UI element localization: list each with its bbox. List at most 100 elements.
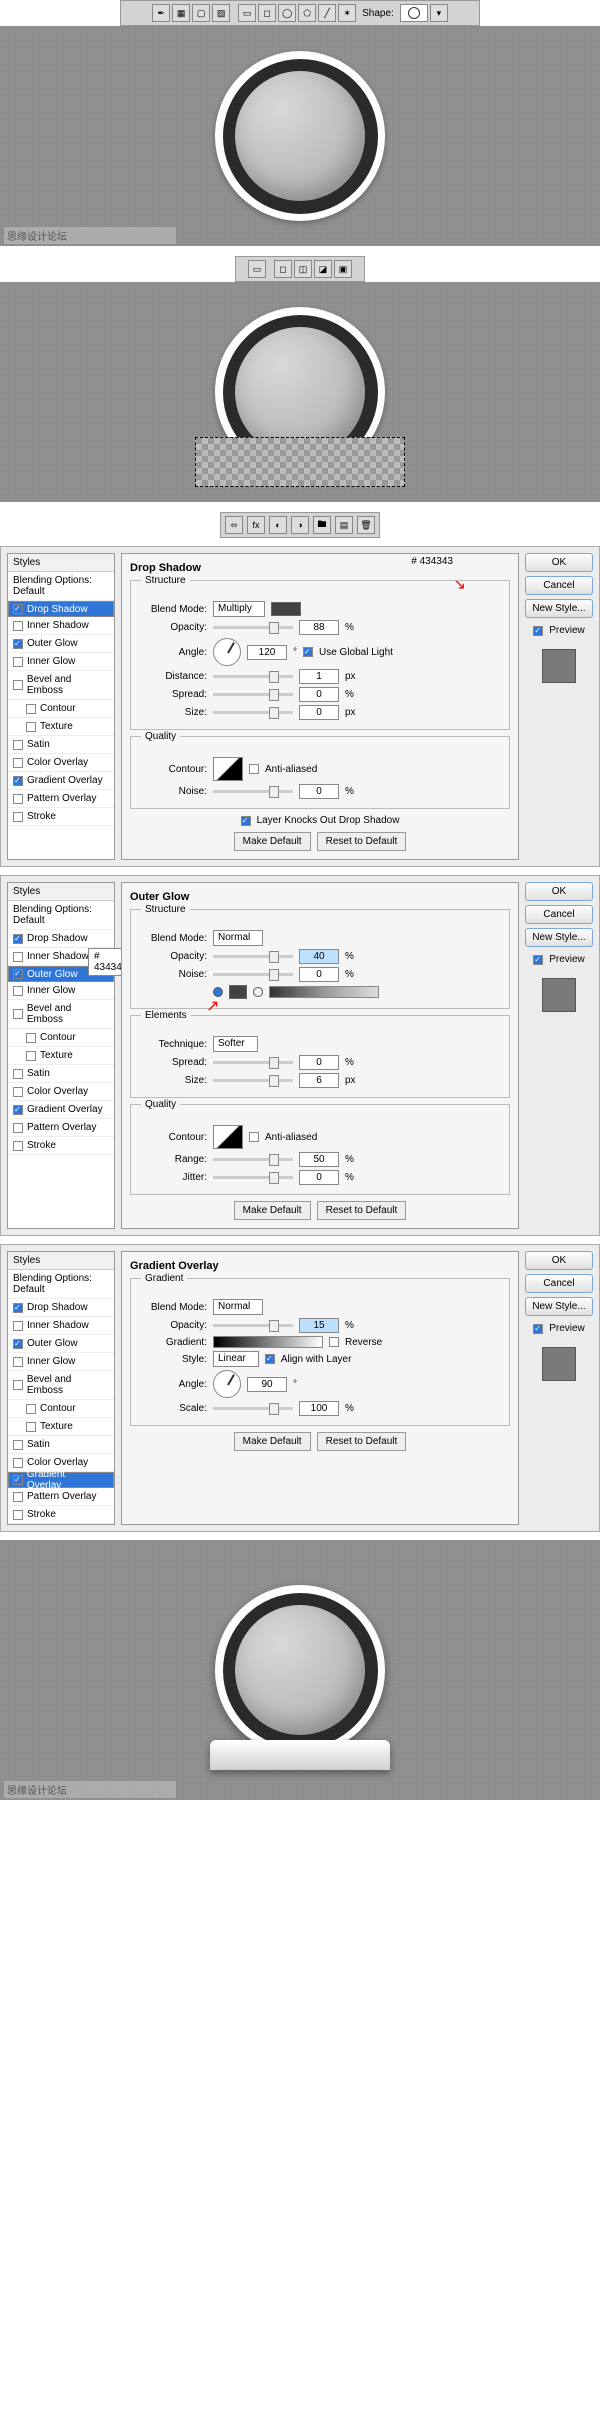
rrect-icon[interactable]: ◻ [258, 4, 276, 22]
row-bevel[interactable]: Bevel and Emboss [8, 1000, 114, 1029]
row-pattern-overlay[interactable]: Pattern Overlay [8, 790, 114, 808]
cancel-button[interactable]: Cancel [525, 576, 593, 595]
preview-checkbox[interactable] [533, 626, 543, 636]
reset-default-button[interactable]: Reset to Default [317, 1201, 407, 1220]
new-selection-icon[interactable]: ◻ [274, 260, 292, 278]
range-slider[interactable] [213, 1158, 293, 1161]
shape-dropdown-icon[interactable]: ▾ [430, 4, 448, 22]
spread-input[interactable]: 0 [299, 687, 339, 702]
knockout-checkbox[interactable] [241, 816, 251, 826]
row-gradient-overlay[interactable]: Gradient Overlay [8, 1472, 114, 1488]
range-input[interactable]: 50 [299, 1152, 339, 1167]
global-light-checkbox[interactable] [303, 647, 313, 657]
contour-picker[interactable] [213, 1125, 243, 1149]
ok-button[interactable]: OK [525, 553, 593, 572]
preview-checkbox[interactable] [533, 1324, 543, 1334]
custom-shape-icon[interactable]: ✶ [338, 4, 356, 22]
angle-input[interactable]: 90 [247, 1377, 287, 1392]
opacity-input[interactable]: 15 [299, 1318, 339, 1333]
row-inner-glow[interactable]: Inner Glow [8, 653, 114, 671]
glow-gradient[interactable] [269, 986, 379, 998]
gradient-picker[interactable] [213, 1336, 323, 1348]
blend-mode-select[interactable]: Normal [213, 1299, 263, 1315]
row-drop-shadow[interactable]: Drop Shadow [8, 930, 114, 948]
line-icon[interactable]: ╱ [318, 4, 336, 22]
new-style-button[interactable]: New Style... [525, 928, 593, 947]
jitter-slider[interactable] [213, 1176, 293, 1179]
style-select[interactable]: Linear [213, 1351, 259, 1367]
noise-input[interactable]: 0 [299, 784, 339, 799]
jitter-input[interactable]: 0 [299, 1170, 339, 1185]
row-inner-shadow[interactable]: Inner Shadow # 434343 [8, 948, 114, 966]
opacity-slider[interactable] [213, 955, 293, 958]
size-input[interactable]: 6 [299, 1073, 339, 1088]
mask-icon[interactable]: ◐ [269, 516, 287, 534]
row-drop-shadow[interactable]: Drop Shadow [8, 601, 114, 617]
shadow-color-swatch[interactable] [271, 602, 301, 616]
distance-slider[interactable] [213, 675, 293, 678]
noise-slider[interactable] [213, 790, 293, 793]
rect-icon[interactable]: ▭ [238, 4, 256, 22]
size-slider[interactable] [213, 1079, 293, 1082]
cancel-button[interactable]: Cancel [525, 905, 593, 924]
gradient-radio[interactable] [253, 987, 263, 997]
row-stroke[interactable]: Stroke [8, 808, 114, 826]
new-layer-icon[interactable]: ▤ [335, 516, 353, 534]
noise-input[interactable]: 0 [299, 967, 339, 982]
size-slider[interactable] [213, 711, 293, 714]
blend-options-row[interactable]: Blending Options: Default [8, 572, 114, 601]
add-selection-icon[interactable]: ◫ [294, 260, 312, 278]
row-inner-shadow[interactable]: Inner Shadow [8, 617, 114, 635]
spread-input[interactable]: 0 [299, 1055, 339, 1070]
align-checkbox[interactable] [265, 1354, 275, 1364]
new-style-button[interactable]: New Style... [525, 599, 593, 618]
distance-input[interactable]: 1 [299, 669, 339, 684]
pen-tool-icon[interactable]: ✒ [152, 4, 170, 22]
fx-icon[interactable]: fx [247, 516, 265, 534]
link-icon[interactable]: ⬄ [225, 516, 243, 534]
reset-default-button[interactable]: Reset to Default [317, 832, 407, 851]
row-contour[interactable]: Contour [8, 700, 114, 718]
make-default-button[interactable]: Make Default [234, 1201, 311, 1220]
ok-button[interactable]: OK [525, 882, 593, 901]
ellipse-icon[interactable]: ◯ [278, 4, 296, 22]
spread-slider[interactable] [213, 1061, 293, 1064]
reset-default-button[interactable]: Reset to Default [317, 1432, 407, 1451]
row-inner-glow[interactable]: Inner Glow [8, 982, 114, 1000]
opacity-input[interactable]: 40 [299, 949, 339, 964]
row-bevel[interactable]: Bevel and Emboss [8, 671, 114, 700]
glow-color-swatch[interactable] [229, 985, 247, 999]
shape-layers-icon[interactable]: ▦ [172, 4, 190, 22]
row-satin[interactable]: Satin [8, 736, 114, 754]
aa-checkbox[interactable] [249, 764, 259, 774]
row-gradient-overlay[interactable]: Gradient Overlay [8, 772, 114, 790]
technique-select[interactable]: Softer [213, 1036, 258, 1052]
spread-slider[interactable] [213, 693, 293, 696]
adjustment-icon[interactable]: ◑ [291, 516, 309, 534]
trash-icon[interactable]: 🗑 [357, 516, 375, 534]
angle-dial[interactable] [213, 1370, 241, 1398]
angle-input[interactable]: 120 [247, 645, 287, 660]
subtract-selection-icon[interactable]: ◪ [314, 260, 332, 278]
opacity-slider[interactable] [213, 626, 293, 629]
cancel-button[interactable]: Cancel [525, 1274, 593, 1293]
rect-marquee-icon[interactable]: ▭ [248, 260, 266, 278]
shape-picker[interactable] [400, 4, 428, 22]
row-outer-glow[interactable]: Outer Glow [8, 635, 114, 653]
make-default-button[interactable]: Make Default [234, 1432, 311, 1451]
new-style-button[interactable]: New Style... [525, 1297, 593, 1316]
preview-checkbox[interactable] [533, 955, 543, 965]
ok-button[interactable]: OK [525, 1251, 593, 1270]
make-default-button[interactable]: Make Default [234, 832, 311, 851]
opacity-input[interactable]: 88 [299, 620, 339, 635]
reverse-checkbox[interactable] [329, 1337, 339, 1347]
blend-mode-select[interactable]: Normal [213, 930, 263, 946]
angle-dial[interactable] [213, 638, 241, 666]
blend-mode-select[interactable]: Multiply [213, 601, 265, 617]
opacity-slider[interactable] [213, 1324, 293, 1327]
group-icon[interactable]: 🖿 [313, 516, 331, 534]
contour-picker[interactable] [213, 757, 243, 781]
row-texture[interactable]: Texture [8, 718, 114, 736]
scale-input[interactable]: 100 [299, 1401, 339, 1416]
size-input[interactable]: 0 [299, 705, 339, 720]
